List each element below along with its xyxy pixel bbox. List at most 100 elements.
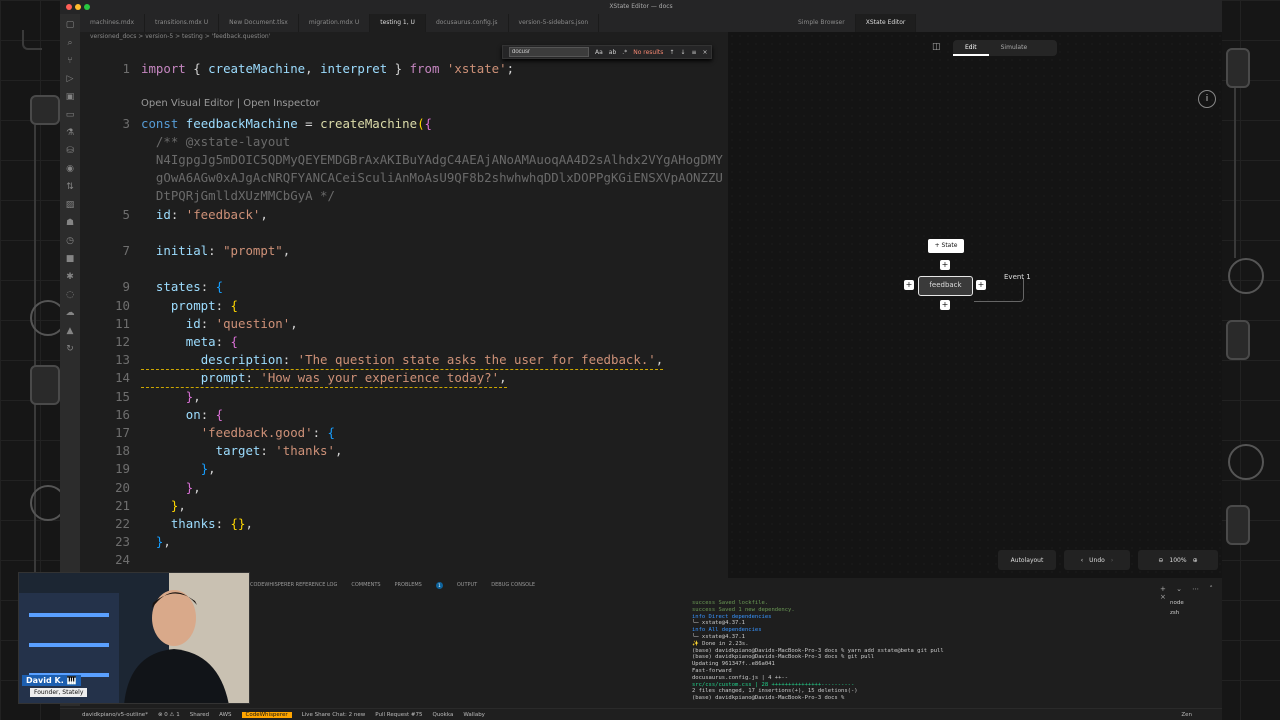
remote-icon[interactable]: ▭: [65, 110, 75, 120]
panel-tab-0[interactable]: CODEWHISPERER REFERENCE LOG: [250, 582, 337, 594]
code-line[interactable]: 16 on: {: [80, 406, 728, 424]
status-pull-request[interactable]: Pull Request #75: [375, 712, 422, 718]
add-below-icon[interactable]: +: [940, 300, 950, 310]
preview-tab-1[interactable]: XState Editor: [855, 14, 917, 32]
add-state-button[interactable]: + State: [928, 239, 964, 253]
bug-icon[interactable]: ☗: [65, 218, 75, 228]
add-left-icon[interactable]: +: [904, 280, 914, 290]
code-line[interactable]: DtPQRjGmlldXUzMMCbGyA */: [80, 187, 728, 205]
previous-match-icon[interactable]: ↑: [669, 49, 674, 56]
code-line[interactable]: 20 },: [80, 479, 728, 497]
git-graph-icon[interactable]: ◉: [65, 164, 75, 174]
undo-chevron-icon[interactable]: ‹: [1081, 557, 1083, 564]
status-branch[interactable]: davidkpiano/v5-outline*: [82, 712, 148, 718]
code-line[interactable]: 17 'feedback.good': {: [80, 424, 728, 442]
code-line[interactable]: 19 },: [80, 460, 728, 478]
tab-4[interactable]: testing 1, U: [370, 14, 426, 32]
undo-button[interactable]: Undo: [1089, 557, 1105, 564]
explorer-icon[interactable]: ▢: [65, 20, 75, 30]
event-label[interactable]: Event 1: [1004, 273, 1031, 281]
panel-tab-2[interactable]: PROBLEMS: [395, 582, 422, 594]
code-line[interactable]: 5 id: 'feedback',: [80, 206, 728, 224]
code-line[interactable]: 24: [80, 551, 728, 569]
code-line[interactable]: 23 },: [80, 533, 728, 551]
code-line[interactable]: 7 initial: "prompt",: [80, 242, 728, 260]
breadcrumb[interactable]: versioned_docs > version-5 > testing > '…: [90, 33, 270, 40]
run-debug-icon[interactable]: ▷: [65, 74, 75, 84]
xstate-editor-preview[interactable]: ◫ Edit Simulate i + State + + feedback +…: [728, 32, 1222, 578]
state-node[interactable]: feedback: [918, 276, 973, 296]
code-line[interactable]: 13 description: 'The question state asks…: [80, 351, 728, 371]
status-wallaby[interactable]: Wallaby: [463, 712, 485, 718]
zoom-in-icon[interactable]: ⊕: [1193, 557, 1198, 564]
code-line[interactable]: 12 meta: {: [80, 333, 728, 351]
code-line[interactable]: 11 id: 'question',: [80, 315, 728, 333]
tab-1[interactable]: transitions.mdx U: [145, 14, 220, 32]
find-input[interactable]: [509, 47, 589, 57]
status-problems[interactable]: ⊗ 0 ⚠ 1: [158, 712, 180, 718]
tab-simulate[interactable]: Simulate: [989, 40, 1040, 56]
close-find-icon[interactable]: ×: [702, 49, 707, 56]
gear-sparkle-icon[interactable]: ✱: [65, 272, 75, 282]
codewhisperer-icon[interactable]: ▲: [65, 326, 75, 336]
tab-5[interactable]: docusaurus.config.js: [426, 14, 509, 32]
autolayout-button[interactable]: Autolayout: [998, 550, 1056, 570]
tab-3[interactable]: migration.mdx U: [299, 14, 371, 32]
aws-icon[interactable]: ☁: [65, 308, 75, 318]
pull-request-icon[interactable]: ⇅: [65, 182, 75, 192]
search-icon[interactable]: ⌕: [65, 38, 75, 48]
maximize-window-button[interactable]: [84, 4, 90, 10]
status-aws[interactable]: AWS: [219, 712, 231, 718]
image-icon[interactable]: ▨: [65, 200, 75, 210]
tab-edit[interactable]: Edit: [953, 40, 989, 56]
code-line[interactable]: 3 const feedbackMachine = createMachine({: [80, 115, 728, 133]
preview-tab-0[interactable]: Simple Browser: [788, 14, 856, 32]
find-in-selection-icon[interactable]: ≡: [691, 49, 696, 56]
info-icon[interactable]: i: [1198, 90, 1216, 108]
code-line[interactable]: gOwA6AGw0xAJgAcNRQFYANCACeiSculiAnMoAsU9…: [80, 169, 728, 187]
panel-tab-4[interactable]: DEBUG CONSOLE: [491, 582, 535, 594]
minimize-window-button[interactable]: [75, 4, 81, 10]
code-line[interactable]: 22 thanks: {},: [80, 515, 728, 533]
panel-tab-1[interactable]: COMMENTS: [351, 582, 380, 594]
docker-icon[interactable]: ⛁: [65, 146, 75, 156]
code-line[interactable]: 9 states: {: [80, 278, 728, 296]
code-line[interactable]: 15 },: [80, 388, 728, 406]
toggle-panel-icon[interactable]: ◫: [932, 42, 941, 52]
stop-icon[interactable]: ■: [65, 254, 75, 264]
tab-0[interactable]: machines.mdx: [80, 14, 146, 32]
terminal-output[interactable]: success Saved lockfile. success Saved 1 n…: [630, 600, 1150, 710]
code-line[interactable]: 14 prompt: 'How was your experience toda…: [80, 369, 728, 389]
code-editor[interactable]: Open Visual Editor | Open Inspector 1 imp…: [80, 56, 747, 570]
regex-icon[interactable]: .*: [622, 49, 627, 56]
liveshare-icon[interactable]: ↻: [65, 344, 75, 354]
extensions-icon[interactable]: ▣: [65, 92, 75, 102]
match-case-icon[interactable]: Aa: [595, 49, 603, 56]
testing-icon[interactable]: ⚗: [65, 128, 75, 138]
status-codewhisperer[interactable]: CodeWhisperer: [241, 711, 292, 718]
status-quokka[interactable]: Quokka: [432, 712, 453, 718]
terminal-instance-1[interactable]: zsh: [1170, 608, 1184, 618]
code-line[interactable]: 1 import { createMachine, interpret } fro…: [80, 60, 728, 78]
panel-tab-3[interactable]: OUTPUT: [457, 582, 477, 594]
code-line[interactable]: /** @xstate-layout: [80, 133, 728, 151]
close-window-button[interactable]: [66, 4, 72, 10]
next-match-icon[interactable]: ↓: [680, 49, 685, 56]
chat-icon[interactable]: ◌: [65, 290, 75, 300]
code-line[interactable]: 21 },: [80, 497, 728, 515]
source-control-icon[interactable]: ⑂: [65, 56, 75, 66]
code-line[interactable]: 10 prompt: {: [80, 297, 728, 315]
terminal-instance-0[interactable]: node: [1170, 598, 1184, 608]
status-zen[interactable]: Zen: [1181, 712, 1192, 718]
add-above-icon[interactable]: +: [940, 260, 950, 270]
tab-6[interactable]: version-5-sidebars.json: [509, 14, 600, 32]
status-shared[interactable]: Shared: [190, 712, 209, 718]
status-liveshare[interactable]: Live Share Chat: 2 new: [302, 712, 366, 718]
whole-word-icon[interactable]: ab: [609, 49, 617, 56]
zoom-out-icon[interactable]: ⊖: [1158, 557, 1163, 564]
redo-chevron-icon[interactable]: ›: [1111, 557, 1113, 564]
code-line[interactable]: N4IgpgJg5mDOIC5QDMyQEYEMDGBrAxAKIBuYAdgC…: [80, 151, 728, 169]
code-line[interactable]: 18 target: 'thanks',: [80, 442, 728, 460]
codelens[interactable]: Open Visual Editor | Open Inspector: [141, 98, 320, 109]
tab-2[interactable]: New Document.tlsx: [219, 14, 299, 32]
